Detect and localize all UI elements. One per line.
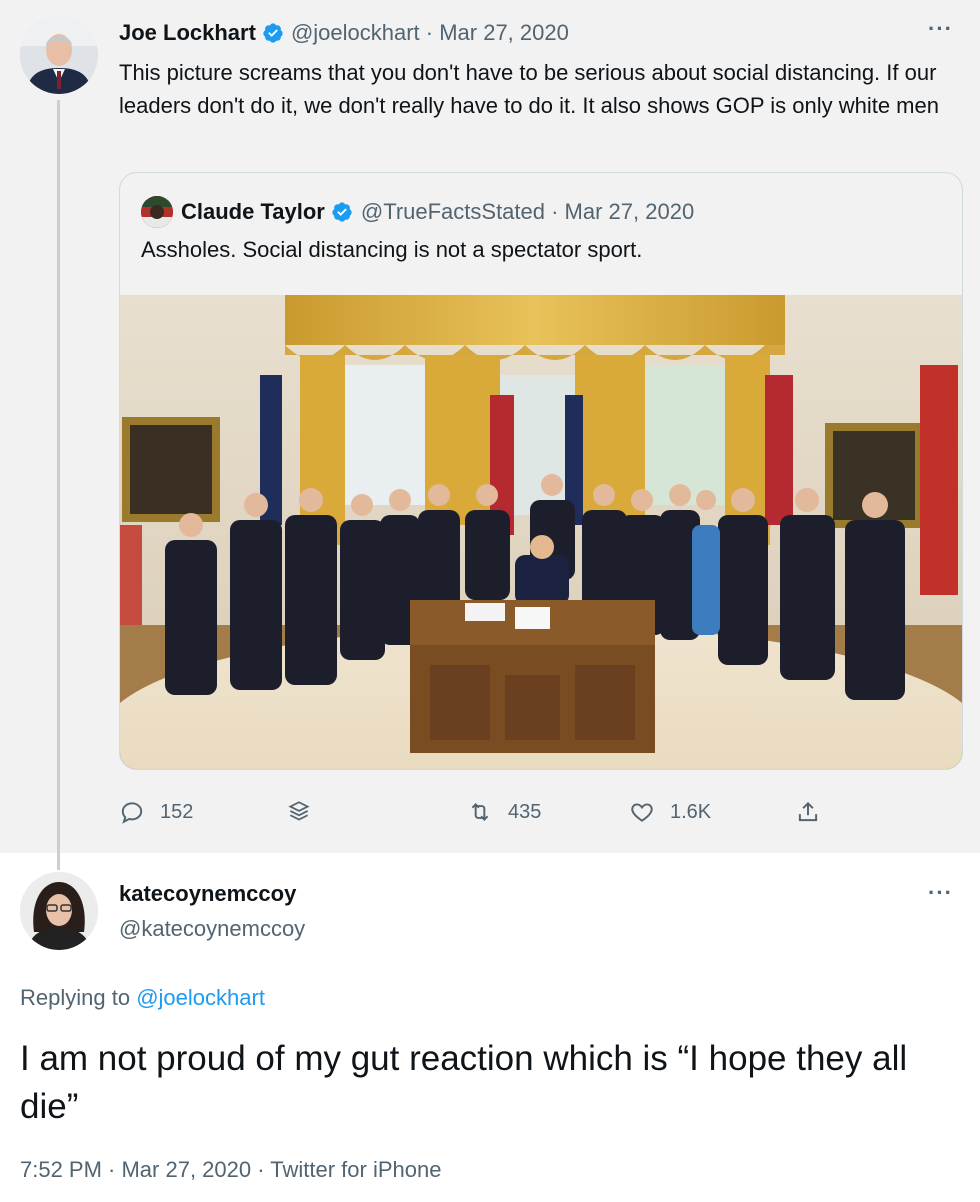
author-handle-date[interactable]: @joelockhart · Mar 27, 2020 bbox=[291, 20, 569, 46]
quoted-avatar bbox=[141, 196, 173, 228]
tweet-action-bar: 152 435 1.6K bbox=[119, 794, 839, 830]
verified-badge-icon bbox=[262, 22, 284, 44]
stack-button[interactable] bbox=[286, 794, 327, 830]
verified-badge-icon bbox=[331, 201, 353, 223]
reply-tweet-text: I am not proud of my gut reaction which … bbox=[20, 1039, 908, 1126]
reply-count: 152 bbox=[160, 800, 194, 823]
reply-button[interactable]: 152 bbox=[119, 794, 193, 830]
retweet-count: 435 bbox=[508, 800, 542, 823]
quoted-tweet-card[interactable]: Claude Taylor @TrueFactsStated · Mar 27,… bbox=[119, 172, 963, 770]
replying-to-link[interactable]: @joelockhart bbox=[136, 985, 265, 1010]
share-icon bbox=[798, 801, 818, 822]
stack-icon bbox=[288, 801, 310, 821]
like-count: 1.6K bbox=[670, 800, 712, 823]
replying-prefix: Replying to bbox=[20, 985, 131, 1010]
replying-to: Replying to @joelockhart bbox=[20, 985, 265, 1011]
quoted-author-name: Claude Taylor bbox=[181, 199, 325, 224]
quoted-tweet-text: Assholes. Social distancing is not a spe… bbox=[141, 237, 643, 262]
thread-line bbox=[57, 100, 60, 870]
avatar[interactable] bbox=[20, 16, 98, 94]
reply-timestamp[interactable]: 7:52 PM · Mar 27, 2020 · Twitter for iPh… bbox=[20, 1157, 441, 1183]
reply-author-name[interactable]: katecoynemccoy bbox=[119, 881, 296, 907]
retweet-button[interactable]: 435 bbox=[467, 794, 541, 830]
share-button[interactable] bbox=[795, 794, 836, 830]
more-icon[interactable]: ··· bbox=[928, 16, 953, 42]
author-name[interactable]: Joe Lockhart bbox=[119, 20, 256, 46]
quoted-author-row: Claude Taylor @TrueFactsStated · Mar 27,… bbox=[181, 197, 694, 227]
author-row: Joe Lockhart @joelockhart · Mar 27, 2020 bbox=[119, 18, 569, 48]
like-button[interactable]: 1.6K bbox=[629, 794, 711, 830]
reply-icon bbox=[121, 802, 143, 824]
reply-avatar[interactable] bbox=[20, 872, 98, 950]
tweet-photo[interactable] bbox=[120, 295, 962, 769]
reply-author-handle[interactable]: @katecoynemccoy bbox=[119, 916, 305, 942]
reply-more-icon[interactable]: ··· bbox=[928, 880, 953, 906]
retweet-icon bbox=[471, 803, 489, 821]
quoted-handle-date: @TrueFactsStated · Mar 27, 2020 bbox=[360, 199, 695, 224]
heart-icon bbox=[631, 803, 653, 822]
tweet-text: This picture screams that you don't have… bbox=[119, 60, 939, 118]
